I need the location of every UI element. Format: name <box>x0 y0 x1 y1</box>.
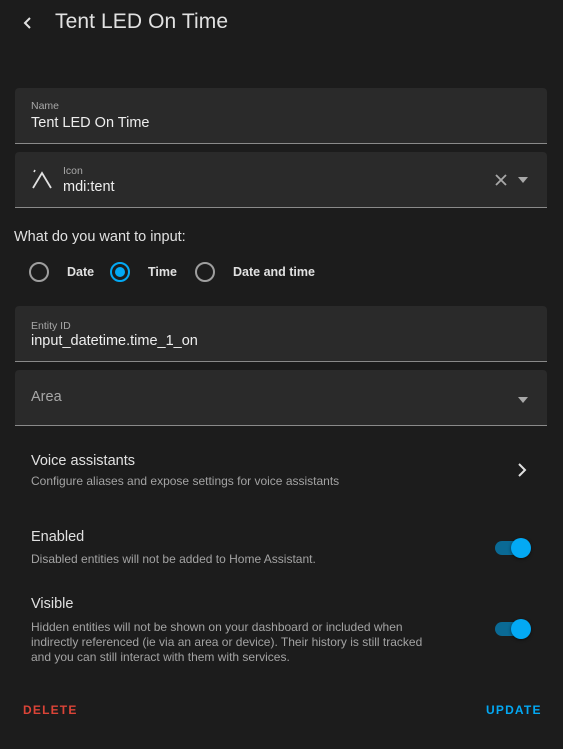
name-field-label: Name <box>31 100 60 112</box>
radio-time-indicator[interactable] <box>110 262 130 282</box>
voice-assistants-subtitle: Configure aliases and expose settings fo… <box>31 474 340 488</box>
delete-button[interactable]: DELETE <box>23 703 78 717</box>
radio-date-and-time[interactable]: Date and time <box>195 259 315 285</box>
radio-time-label: Time <box>148 265 177 279</box>
enabled-toggle-thumb[interactable] <box>511 538 531 558</box>
back-arrow-icon <box>23 17 31 29</box>
close-icon[interactable] <box>493 172 509 188</box>
radio-date-label: Date <box>67 265 95 279</box>
radio-date[interactable]: Date <box>29 259 94 285</box>
voice-assistants-title: Voice assistants <box>31 453 135 469</box>
name-field[interactable]: Name Tent LED On Time <box>15 88 547 144</box>
icon-field-value[interactable]: mdi:tent <box>63 179 115 195</box>
visible-title: Visible <box>31 596 74 612</box>
update-button[interactable]: UPDATE <box>486 703 542 717</box>
entity-id-value[interactable]: input_datetime.time_1_on <box>31 333 198 349</box>
radio-time[interactable]: Time <box>110 259 177 285</box>
area-placeholder: Area <box>31 389 62 405</box>
visible-subtitle-line-1: Hidden entities will not be shown on you… <box>31 620 403 634</box>
enabled-title: Enabled <box>31 529 85 545</box>
chevron-down-icon[interactable] <box>516 394 530 406</box>
visible-toggle[interactable] <box>495 618 531 639</box>
enabled-subtitle: Disabled entities will not be added to H… <box>31 552 316 566</box>
radio-date-and-time-indicator[interactable] <box>195 262 215 282</box>
radio-date-and-time-label: Date and time <box>233 265 315 279</box>
entity-id-field[interactable]: Entity ID input_datetime.time_1_on <box>15 306 547 362</box>
entity-settings-dialog: Tent LED On Time Name Tent LED On Time I… <box>0 0 563 749</box>
visible-subtitle-line-3: and you can still interact with them wit… <box>31 650 290 664</box>
visible-toggle-thumb[interactable] <box>511 619 531 639</box>
visible-subtitle-line-2: indirectly referenced (ie via an area or… <box>31 635 423 649</box>
tent-icon <box>32 169 52 189</box>
input-type-question: What do you want to input: <box>14 229 186 245</box>
dialog-header: Tent LED On Time <box>0 0 563 48</box>
page-title: Tent LED On Time <box>55 10 229 33</box>
radio-date-indicator[interactable] <box>29 262 49 282</box>
chevron-right-icon[interactable] <box>516 462 528 478</box>
icon-field[interactable]: Icon mdi:tent <box>15 152 547 208</box>
entity-id-label: Entity ID <box>31 320 71 332</box>
icon-field-label: Icon <box>63 165 83 177</box>
input-type-radio-group: Date Time Date and time <box>0 259 563 285</box>
name-field-value[interactable]: Tent LED On Time <box>31 115 149 131</box>
back-button[interactable] <box>14 9 42 37</box>
area-select[interactable]: Area <box>15 370 547 426</box>
chevron-down-icon[interactable] <box>516 174 530 186</box>
enabled-toggle[interactable] <box>495 537 531 558</box>
